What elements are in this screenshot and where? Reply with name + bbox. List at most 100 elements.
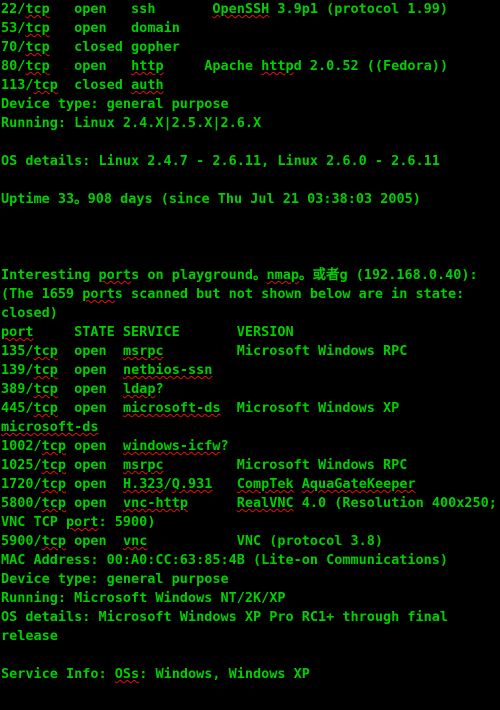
terminal-line: 445/tcp open microsoft-ds Microsoft Wind…: [0, 399, 500, 418]
terminal-text: open: [66, 457, 123, 473]
terminal-text: OS details: Linux 2.4.7 - 2.6.11, Linux …: [1, 153, 440, 169]
terminal-line: 5900/tcp open vnc VNC (protocol 3.8): [0, 532, 500, 551]
terminal-text: 135/: [1, 343, 34, 359]
terminal-text: open: [66, 533, 123, 549]
terminal-text: Microsoft Windows RPC: [163, 457, 408, 473]
terminal-text: VNC (protocol 3.8): [147, 533, 384, 549]
misspelled-word: tcp: [41, 495, 67, 511]
misspelled-word: tcp: [25, 58, 50, 74]
terminal-output[interactable]: 22/tcp open ssh OpenSSH 3.9p1 (protocol …: [0, 0, 500, 710]
terminal-text: 80/: [1, 58, 26, 74]
misspelled-word: tcp: [25, 1, 50, 17]
terminal-text: 445/: [1, 400, 34, 416]
terminal-text: 1025/: [1, 457, 42, 473]
misspelled-word: tcp: [41, 457, 67, 473]
terminal-line: 5800/tcp open vnc-http RealVNC 4.0 (Reso…: [0, 494, 500, 513]
terminal-text: 5800/: [1, 495, 42, 511]
terminal-text: 113/: [1, 77, 34, 93]
misspelled-word: tcp: [33, 400, 58, 416]
misspelled-word: microsoft-ds: [1, 419, 99, 435]
terminal-line: 22/tcp open ssh OpenSSH 3.9p1 (protocol …: [0, 0, 500, 19]
cjk-glyph: 。: [299, 267, 313, 283]
terminal-text: open domain: [49, 20, 180, 36]
terminal-text: MAC Address: 00:A0:CC:63:85:4B (Lite-on …: [1, 552, 449, 568]
terminal-line: Running: Microsoft Windows NT/2K/XP: [0, 589, 500, 608]
terminal-text: open: [66, 495, 123, 511]
terminal-text: ?: [220, 438, 229, 454]
misspelled-word: RealVNC: [236, 495, 294, 511]
terminal-text: closed): [1, 305, 58, 321]
misspelled-word: tcp: [25, 20, 50, 36]
terminal-text: release: [1, 628, 58, 644]
misspelled-word: http: [131, 58, 164, 74]
terminal-line: (The 1659 ports scanned but not shown be…: [0, 285, 500, 304]
terminal-text: open: [57, 343, 123, 359]
cjk-glyph: 。: [74, 191, 88, 207]
misspelled-word: tcp: [33, 77, 58, 93]
misspelled-word: netbios-ssn: [122, 362, 213, 378]
terminal-text: 1002/: [1, 438, 42, 454]
terminal-line: Interesting ports on playground。nmap。或者g…: [0, 266, 500, 285]
terminal-line: closed): [0, 304, 500, 323]
terminal-text: closed gopher: [49, 39, 180, 55]
terminal-text: Uptime 33。908 days (since Thu Jul 21 03:…: [1, 191, 421, 207]
misspelled-word: H.323: [122, 476, 164, 492]
terminal-line: 389/tcp open ldap?: [0, 380, 500, 399]
misspelled-word: OSs: [114, 666, 140, 682]
terminal-text: : 5900): [98, 514, 156, 530]
terminal-text: (The 1659: [1, 286, 83, 302]
terminal-line: OS details: Microsoft Windows XP Pro RC1…: [0, 608, 500, 627]
terminal-text: 139/: [1, 362, 34, 378]
terminal-text: open: [57, 381, 123, 397]
terminal-text: 389/: [1, 381, 34, 397]
terminal-text: 。或者g (192.168.0.40):: [299, 267, 478, 283]
misspelled-word: msrpc: [122, 457, 164, 473]
misspelled-word: OpenSSH: [212, 1, 270, 17]
misspelled-word: AquaGateKeeper: [301, 476, 416, 492]
terminal-text: open: [66, 438, 123, 454]
misspelled-word: tcp: [33, 343, 58, 359]
terminal-line: release: [0, 627, 500, 646]
terminal-text: open ssh: [49, 1, 213, 17]
misspelled-word: port: [82, 286, 115, 302]
misspelled-word: CompTek: [236, 476, 294, 492]
misspelled-word: ldap: [122, 381, 156, 397]
misspelled-word: tcp: [33, 381, 58, 397]
misspelled-word: tcp: [33, 362, 58, 378]
terminal-line: 1025/tcp open msrpc Microsoft Windows RP…: [0, 456, 500, 475]
terminal-text: 1720/: [1, 476, 42, 492]
terminal-text: closed: [57, 77, 132, 93]
terminal-text: Device type: general purpose: [1, 571, 229, 587]
terminal-text: Running: Linux 2.4.X|2.5.X|2.6.X: [1, 115, 262, 131]
terminal-text: OS details: Microsoft Windows XP Pro RC1…: [1, 609, 449, 625]
terminal-line: MAC Address: 00:A0:CC:63:85:4B (Lite-on …: [0, 551, 500, 570]
misspelled-word: msrpc: [122, 343, 164, 359]
terminal-line: OS details: Linux 2.4.7 - 2.6.11, Linux …: [0, 152, 500, 171]
terminal-text: Microsoft Windows XP: [220, 400, 400, 416]
misspelled-word: port: [1, 324, 34, 340]
terminal-text: 5900/: [1, 533, 42, 549]
terminal-line: 135/tcp open msrpc Microsoft Windows RPC: [0, 342, 500, 361]
terminal-line: 70/tcp closed gopher: [0, 38, 500, 57]
terminal-text: Apache: [163, 58, 262, 74]
terminal-text: /: [163, 476, 172, 492]
terminal-text: Device type: general purpose: [1, 96, 229, 112]
terminal-text: 53/: [1, 20, 26, 36]
terminal-text: open: [66, 476, 123, 492]
terminal-text: s scanned but not shown below are in sta…: [114, 286, 465, 302]
terminal-text: ?: [155, 381, 164, 397]
terminal-text: Service Info:: [1, 666, 115, 682]
terminal-text: 70/: [1, 39, 26, 55]
terminal-text: 3.9p1 (protocol 1.99): [269, 1, 449, 17]
misspelled-word: port: [98, 267, 132, 283]
